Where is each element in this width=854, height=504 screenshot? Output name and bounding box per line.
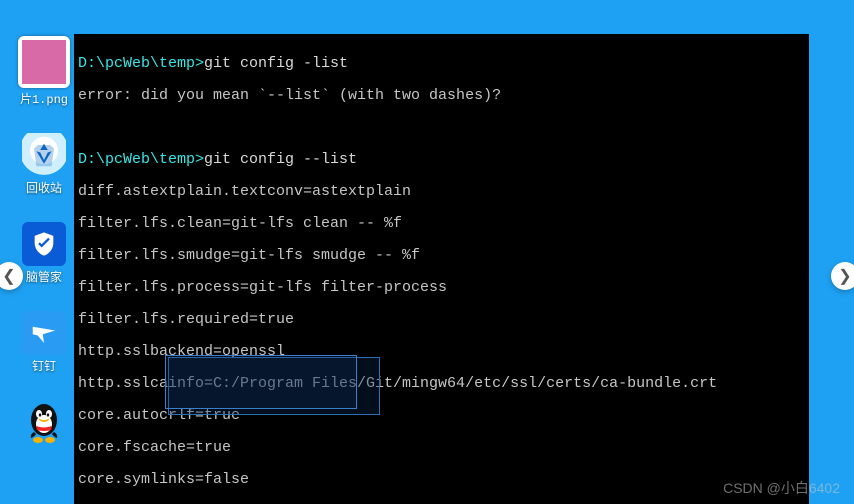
terminal-line: error: did you mean `--list` (with two d… xyxy=(78,88,809,104)
terminal-line: D:\pcWeb\temp>git config -list xyxy=(78,56,809,72)
next-image-button[interactable]: ❯ xyxy=(831,262,854,290)
terminal-line: D:\pcWeb\temp>git config --list xyxy=(78,152,809,168)
redaction-overlay-inner xyxy=(165,355,357,409)
terminal-blank-line xyxy=(78,120,809,136)
chevron-right-icon: ❯ xyxy=(838,266,851,286)
terminal-output-line: core.fscache=true xyxy=(78,440,809,456)
command-text: git config --list xyxy=(204,151,357,168)
qq-penguin-icon xyxy=(22,400,66,444)
prompt-text: D:\pcWeb\temp> xyxy=(78,151,204,168)
terminal-output-line: filter.lfs.smudge=git-lfs smudge -- %f xyxy=(78,248,809,264)
terminal-output-line: core.symlinks=false xyxy=(78,472,809,488)
shield-icon xyxy=(22,222,66,266)
terminal-output-line: filter.lfs.clean=git-lfs clean -- %f xyxy=(78,216,809,232)
prompt-text: D:\pcWeb\temp> xyxy=(78,55,204,72)
desktop-icon-label: 片1.png xyxy=(18,90,70,107)
desktop-background: 片1.png 回收站 脑管家 钉钉 D:\pcWeb\temp xyxy=(0,0,854,504)
terminal-output-line: filter.lfs.process=git-lfs filter-proces… xyxy=(78,280,809,296)
desktop-icon-image-file[interactable]: 片1.png xyxy=(18,36,70,107)
image-thumbnail-icon xyxy=(18,36,70,88)
terminal-output-line: filter.lfs.required=true xyxy=(78,312,809,328)
recycle-bin-icon xyxy=(22,133,66,177)
desktop-icon-pc-manager[interactable]: 脑管家 xyxy=(18,222,70,285)
desktop-icon-label: 钉钉 xyxy=(18,357,70,374)
desktop-icon-label: 脑管家 xyxy=(18,268,70,285)
desktop-icon-dingtalk[interactable]: 钉钉 xyxy=(18,311,70,374)
terminal-window[interactable]: D:\pcWeb\temp>git config -list error: di… xyxy=(74,34,809,504)
desktop-icon-label: 回收站 xyxy=(18,179,70,196)
desktop-icon-qq[interactable] xyxy=(18,400,70,444)
terminal-output-line: diff.astextplain.textconv=astextplain xyxy=(78,184,809,200)
desktop-icon-recycle-bin[interactable]: 回收站 xyxy=(18,133,70,196)
dingtalk-icon xyxy=(22,311,66,355)
watermark-text: CSDN @小白6402 xyxy=(723,478,840,498)
chevron-left-icon: ❮ xyxy=(2,266,15,286)
desktop-icons-column: 片1.png 回收站 脑管家 钉钉 xyxy=(18,36,70,470)
command-text: git config -list xyxy=(204,55,348,72)
